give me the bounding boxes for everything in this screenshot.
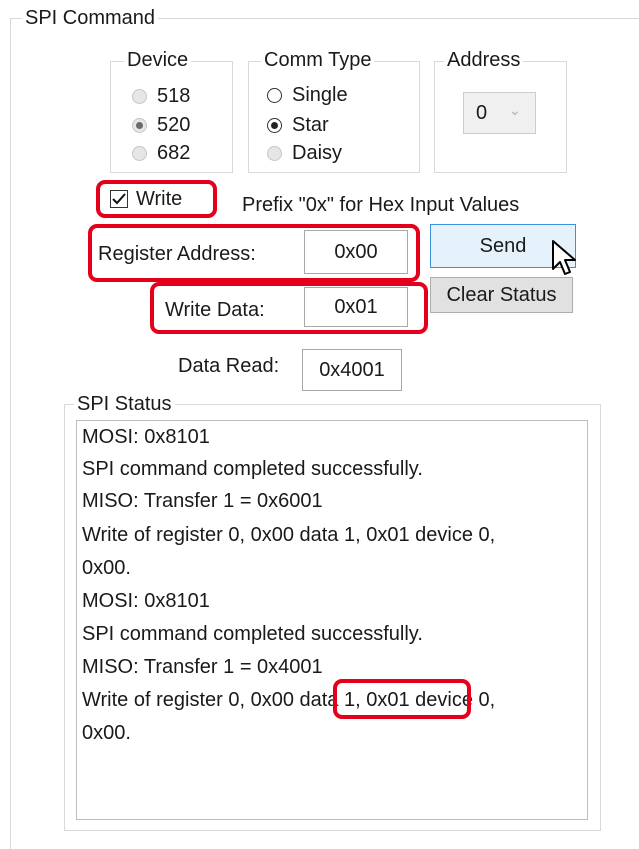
- status-line: 0x00.: [82, 722, 131, 744]
- status-line: SPI command completed successfully.: [82, 458, 423, 480]
- address-value: 0: [476, 102, 488, 124]
- address-dropdown[interactable]: 0 ⌄: [463, 92, 536, 134]
- prefix-hint: Prefix "0x" for Hex Input Values: [242, 194, 520, 216]
- comm-type-title: Comm Type: [261, 48, 375, 72]
- status-line: 0x00.: [82, 557, 131, 579]
- status-line: SPI command completed successfully.: [82, 623, 423, 645]
- status-line: MISO: Transfer 1 = 0x6001: [82, 490, 323, 512]
- spi-command-title: SPI Command: [22, 6, 159, 30]
- device-title: Device: [124, 48, 192, 72]
- comm-type-option-label: Single: [292, 83, 348, 106]
- status-line: Write of register 0, 0x00 data 1, 0x01 d…: [82, 524, 496, 546]
- clear-status-button[interactable]: Clear Status: [430, 277, 573, 313]
- comm-type-option-star[interactable]: Star: [267, 110, 329, 140]
- status-line: MOSI: 0x8101: [82, 426, 210, 448]
- status-line: MOSI: 0x8101: [82, 590, 210, 612]
- comm-type-option-daisy[interactable]: Daisy: [267, 138, 342, 168]
- mouse-cursor-icon: [552, 240, 576, 275]
- write-data-label: Write Data:: [165, 299, 265, 321]
- comm-type-option-single[interactable]: Single: [267, 80, 348, 110]
- radio-icon: [132, 145, 147, 161]
- write-checkbox[interactable]: [110, 190, 128, 208]
- radio-selected-icon: [132, 117, 147, 133]
- register-address-label: Register Address:: [98, 243, 256, 265]
- spi-status-title: SPI Status: [74, 392, 175, 416]
- status-line: Write of register 0, 0x00 data 1, 0x01 d…: [82, 689, 496, 711]
- data-read-field: 0x4001: [302, 349, 402, 391]
- device-option-682[interactable]: 682: [132, 138, 190, 168]
- write-label: Write: [136, 188, 183, 210]
- write-data-input[interactable]: 0x01: [304, 287, 408, 327]
- status-line: MISO: Transfer 1 = 0x4001: [82, 656, 323, 678]
- device-option-label: 518: [157, 84, 191, 107]
- device-option-label: 520: [157, 113, 191, 136]
- device-option-518[interactable]: 518: [132, 81, 190, 111]
- device-option-label: 682: [157, 141, 191, 164]
- radio-icon: [132, 88, 147, 104]
- chevron-down-icon: ⌄: [509, 102, 521, 118]
- radio-selected-icon: [267, 117, 282, 133]
- comm-type-option-label: Star: [292, 113, 329, 136]
- register-address-input[interactable]: 0x00: [304, 230, 408, 274]
- address-title: Address: [444, 48, 524, 72]
- checkmark-icon: [112, 193, 126, 205]
- data-read-label: Data Read:: [178, 355, 280, 377]
- device-option-520[interactable]: 520: [132, 110, 190, 140]
- comm-type-option-label: Daisy: [292, 141, 343, 164]
- radio-icon: [267, 87, 282, 103]
- radio-icon: [267, 145, 282, 161]
